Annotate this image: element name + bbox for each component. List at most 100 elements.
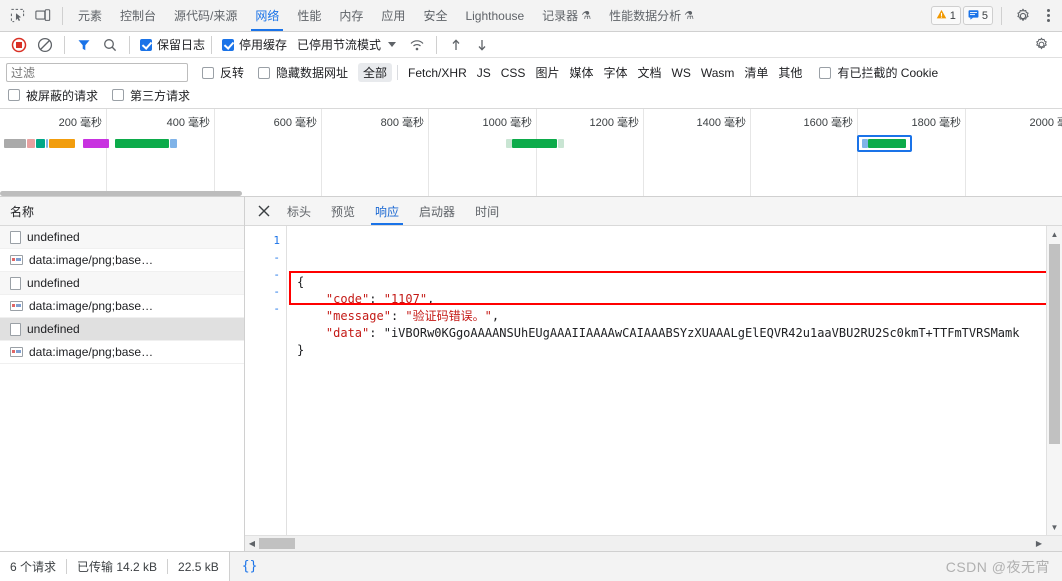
timeline-bar — [110, 139, 114, 148]
detail-tab-headers[interactable]: 标头 — [277, 197, 321, 225]
response-horizontal-scrollbar[interactable]: ◀ ▶ — [245, 535, 1062, 551]
timeline-selection-box[interactable] — [857, 135, 912, 152]
request-row[interactable]: data:image/png;base… — [0, 341, 244, 364]
request-row[interactable]: data:image/png;base… — [0, 249, 244, 272]
response-vertical-scrollbar[interactable]: ▲ ▼ — [1046, 226, 1062, 535]
response-body-viewer[interactable]: 1 - - - - { "code": "1107", "message": "验证码错… — [245, 226, 1062, 551]
import-har-icon[interactable] — [443, 32, 469, 58]
warning-triangle-icon — [936, 9, 947, 23]
code-line: "code": "1107", — [325, 292, 435, 306]
request-list-header[interactable]: 名称 — [0, 197, 244, 226]
warning-badge[interactable]: 1 — [930, 6, 961, 25]
clear-icon[interactable] — [32, 32, 58, 58]
request-row[interactable]: undefined — [0, 272, 244, 295]
network-settings-gear-icon[interactable] — [1028, 32, 1054, 58]
request-name: undefined — [27, 322, 80, 336]
filter-funnel-icon[interactable] — [71, 32, 97, 58]
tab-performance-insights[interactable]: 性能数据分析 ⚗ — [600, 0, 703, 31]
device-toolbar-icon[interactable] — [30, 3, 56, 29]
devtools-tabbar: 元素 控制台 源代码/来源 网络 性能 内存 应用 安全 Lighthouse … — [0, 0, 1062, 32]
disable-cache-checkbox[interactable] — [222, 38, 235, 51]
blocked-requests-toggle[interactable]: 被屏蔽的请求 — [8, 87, 98, 104]
blocked-cookies-toggle[interactable]: 有已拦截的 Cookie — [819, 64, 938, 81]
chevron-down-icon[interactable] — [388, 42, 397, 47]
transferred-size: 已传输 14.2 kB — [67, 558, 167, 575]
inspect-element-icon[interactable] — [4, 3, 30, 29]
third-party-toggle[interactable]: 第三方请求 — [112, 87, 190, 104]
request-row[interactable]: data:image/png;base… — [0, 295, 244, 318]
tab-application[interactable]: 应用 — [372, 0, 414, 31]
code-line: "data": "iVBORw0KGgoAAAANSUhEUgAAAIIAAAA… — [325, 326, 1020, 340]
filter-type-fetch-xhr[interactable]: Fetch/XHR — [403, 65, 472, 81]
detail-tab-response[interactable]: 响应 — [365, 197, 409, 225]
pretty-print-braces-icon[interactable]: {} — [230, 552, 270, 581]
panel-tabs: 元素 控制台 源代码/来源 网络 性能 内存 应用 安全 Lighthouse … — [69, 0, 703, 31]
response-code-content[interactable]: { "code": "1107", "message": "验证码错误。", "… — [287, 226, 1062, 551]
filter-type-doc[interactable]: 文档 — [632, 63, 666, 82]
preserve-log-checkbox[interactable] — [140, 38, 152, 51]
hide-data-urls-checkbox[interactable] — [258, 66, 271, 79]
detail-tab-preview[interactable]: 预览 — [321, 197, 365, 225]
scroll-down-arrow[interactable]: ▼ — [1047, 519, 1062, 535]
tab-elements[interactable]: 元素 — [69, 0, 111, 31]
third-party-checkbox[interactable] — [112, 89, 125, 101]
message-badge[interactable]: 5 — [962, 6, 993, 25]
filter-input[interactable] — [6, 63, 188, 82]
request-name: data:image/png;base… — [29, 299, 154, 313]
tab-sources[interactable]: 源代码/来源 — [165, 0, 246, 31]
tab-memory[interactable]: 内存 — [330, 0, 372, 31]
scroll-left-arrow[interactable]: ◀ — [245, 536, 259, 551]
export-har-icon[interactable] — [469, 32, 495, 58]
filter-type-other[interactable]: 其他 — [773, 63, 807, 82]
filter-type-media[interactable]: 媒体 — [564, 63, 598, 82]
scrollbar-thumb[interactable] — [259, 538, 295, 549]
detail-tab-label: 启动器 — [419, 204, 456, 219]
blocked-cookies-checkbox[interactable] — [819, 66, 832, 79]
invert-checkbox[interactable] — [202, 66, 214, 79]
tab-security[interactable]: 安全 — [414, 0, 456, 31]
request-count-label: 6 个请求 — [10, 560, 57, 574]
record-stop-icon[interactable] — [6, 32, 32, 58]
gear-icon[interactable] — [1010, 3, 1036, 29]
tab-label: 元素 — [78, 9, 103, 23]
filter-type-ws[interactable]: WS — [667, 65, 696, 81]
filter-type-js[interactable]: JS — [472, 65, 496, 81]
invert-toggle[interactable]: 反转 — [202, 64, 244, 81]
network-conditions-icon[interactable] — [404, 32, 430, 58]
preserve-log-toggle[interactable]: 保留日志 — [140, 36, 205, 53]
tab-console[interactable]: 控制台 — [111, 0, 165, 31]
filter-type-wasm[interactable]: Wasm — [696, 65, 740, 81]
timeline-gridline — [536, 109, 537, 196]
tab-lighthouse[interactable]: Lighthouse — [456, 0, 533, 31]
request-list[interactable]: undefined data:image/png;base… undefined da… — [0, 226, 244, 551]
close-icon[interactable] — [251, 197, 277, 225]
detail-tab-label: 响应 — [375, 204, 400, 219]
filter-type-css[interactable]: CSS — [496, 65, 531, 81]
blocked-requests-checkbox[interactable] — [8, 89, 20, 101]
throttling-select[interactable]: 已停用节流模式 — [297, 36, 397, 53]
filter-type-all[interactable]: 全部 — [358, 63, 393, 82]
detail-tab-label: 预览 — [331, 204, 356, 219]
toolbar-divider — [64, 35, 65, 54]
detail-tab-initiator[interactable]: 启动器 — [409, 197, 465, 225]
tab-network[interactable]: 网络 — [246, 0, 288, 31]
hide-data-urls-toggle[interactable]: 隐藏数据网址 — [258, 64, 348, 81]
timeline-scrollbar[interactable] — [0, 191, 242, 196]
scroll-up-arrow[interactable]: ▲ — [1047, 226, 1062, 242]
scrollbar-thumb[interactable] — [1049, 244, 1060, 444]
filter-type-font[interactable]: 字体 — [598, 63, 632, 82]
tab-recorder[interactable]: 记录器 ⚗ — [533, 0, 600, 31]
request-row[interactable]: undefined — [0, 226, 244, 249]
scroll-right-arrow[interactable]: ▶ — [1032, 536, 1046, 551]
more-vertical-icon[interactable] — [1038, 9, 1058, 22]
search-icon[interactable] — [97, 32, 123, 58]
tab-performance[interactable]: 性能 — [288, 0, 330, 31]
line-number: - — [273, 285, 280, 298]
filter-type-img[interactable]: 图片 — [530, 63, 564, 82]
network-overview-timeline[interactable]: 200 毫秒 400 毫秒 600 毫秒 800 毫秒 1000 毫秒 1200 毫秒 14… — [0, 109, 1062, 197]
request-name: data:image/png;base… — [29, 253, 154, 267]
filter-type-manifest[interactable]: 清单 — [739, 63, 773, 82]
disable-cache-toggle[interactable]: 停用缓存 — [222, 36, 287, 53]
request-row[interactable]: undefined — [0, 318, 244, 341]
detail-tab-timing[interactable]: 时间 — [465, 197, 509, 225]
